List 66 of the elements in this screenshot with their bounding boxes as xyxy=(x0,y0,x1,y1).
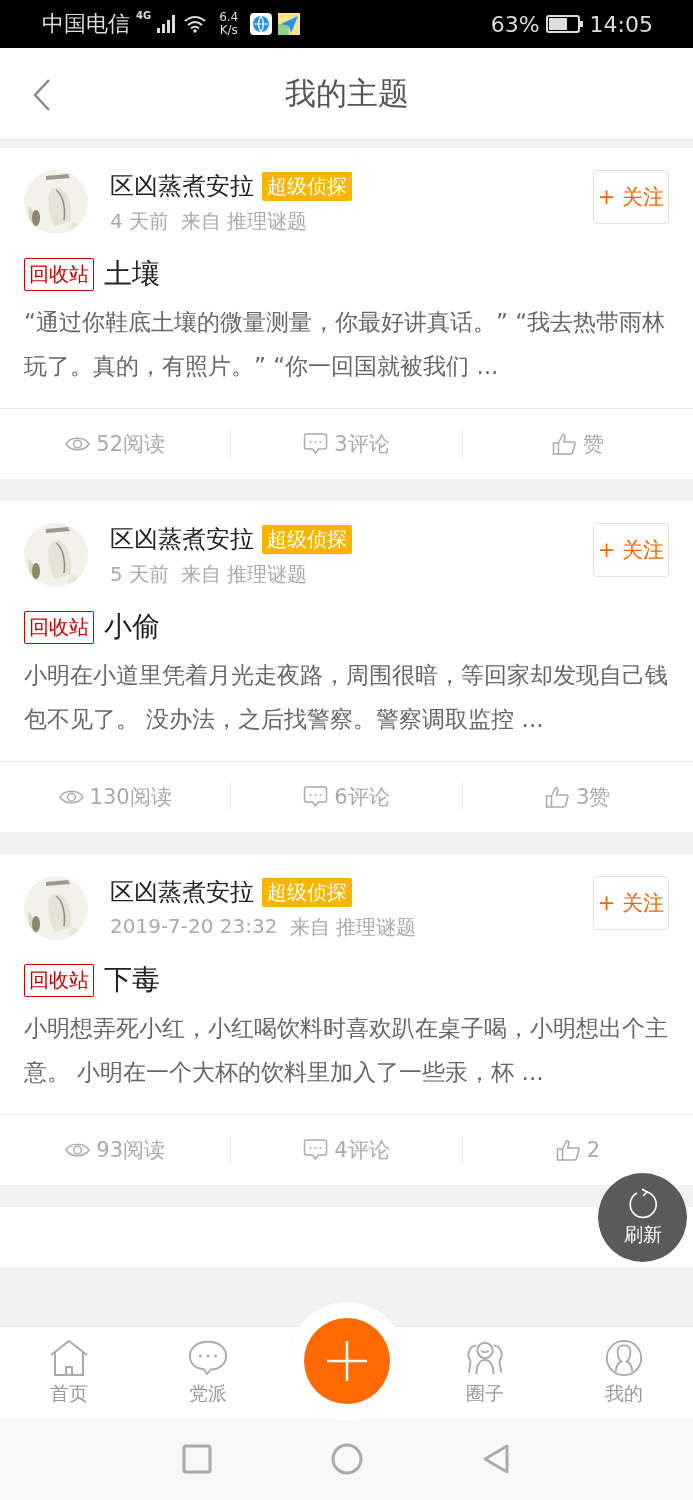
comment-count[interactable]: 6评论 xyxy=(334,783,390,811)
thumb-up-icon xyxy=(555,1139,581,1161)
home-icon xyxy=(49,1338,90,1377)
carrier-name: 中国电信 xyxy=(42,10,130,38)
thumb-up-icon xyxy=(545,786,571,808)
read-count: 130阅读 xyxy=(89,784,172,811)
read-count: 93阅读 xyxy=(96,1137,166,1164)
rank-badge: 超级侦探 xyxy=(262,524,352,554)
globe-app-icon xyxy=(250,13,273,35)
like-count[interactable]: 2 xyxy=(586,1138,600,1162)
wifi-icon xyxy=(183,15,208,33)
follow-button[interactable]: + 关注 xyxy=(593,876,669,930)
tab-item[interactable]: 我的 xyxy=(554,1327,693,1418)
category-tag: 回收站 xyxy=(24,257,94,291)
post-time: 2019-7-20 23:32 xyxy=(110,914,278,940)
tab-item[interactable]: 首页 xyxy=(0,1327,139,1418)
home-button-icon[interactable] xyxy=(330,1443,363,1475)
comment-icon xyxy=(303,433,329,455)
author-name[interactable]: 区凶蒸煮安拉 xyxy=(110,523,254,555)
page-title: 我的主题 xyxy=(284,73,409,113)
source-label: 来自 推理谜题 xyxy=(181,208,308,235)
post-excerpt: 小明想弄死小红，小红喝饮料时喜欢趴在桌子喝，小明想出个主意。 小明在一个大杯的饮料里加入了一些汞，杯 ... xyxy=(24,1014,669,1087)
post-title[interactable]: 小偷 xyxy=(104,608,160,646)
speed-unit: K/s xyxy=(219,24,238,37)
post-time: 4 天前 xyxy=(110,208,170,235)
post-card[interactable]: 区凶蒸煮安拉 超级侦探 5 天前 来自 推理谜题 + 关注 回收站 小偷 小明在小道里凭着月光走夜路，周围很暗，等回家却发现自己钱包不见了。 没办法，之后找警察。警察调取监控 ... 130阅读 6评论 3赞 xyxy=(0,501,693,832)
read-count: 52阅读 xyxy=(96,431,166,458)
source-label: 来自 推理谜题 xyxy=(289,914,416,941)
signal-icon xyxy=(157,15,178,33)
rank-badge: 超级侦探 xyxy=(262,877,352,907)
paper-plane-app-icon xyxy=(278,13,301,35)
tab-item[interactable]: 党派 xyxy=(138,1327,278,1418)
tab-item[interactable]: 圈子 xyxy=(415,1327,555,1418)
comment-count[interactable]: 3评论 xyxy=(334,430,390,458)
chat-bubble-icon xyxy=(187,1338,228,1377)
speed-value: 6.4 xyxy=(219,11,239,24)
author-name[interactable]: 区凶蒸煮安拉 xyxy=(110,876,254,908)
comment-icon xyxy=(303,786,329,808)
profile-icon xyxy=(603,1338,644,1377)
plus-icon xyxy=(325,1339,369,1383)
like-count[interactable]: 3赞 xyxy=(576,783,611,811)
recent-apps-icon[interactable] xyxy=(180,1443,213,1475)
post-excerpt: “通过你鞋底土壤的微量测量，你最好讲真话。” “我去热带雨林玩了。真的，有照片。” “你一回国就被我们 ... xyxy=(24,308,667,381)
refresh-icon xyxy=(626,1187,659,1220)
back-icon[interactable] xyxy=(32,78,52,112)
post-time: 5 天前 xyxy=(110,561,170,588)
clock: 14:05 xyxy=(589,11,653,37)
comment-count[interactable]: 4评论 xyxy=(334,1136,390,1164)
rank-badge: 超级侦探 xyxy=(262,171,352,201)
comment-icon xyxy=(303,1139,329,1161)
post-excerpt: 小明在小道里凭着月光走夜路，周围很暗，等回家却发现自己钱包不见了。 没办法，之后找警察。警察调取监控 ... xyxy=(24,661,669,734)
follow-button[interactable]: + 关注 xyxy=(593,170,669,224)
post-title[interactable]: 土壤 xyxy=(104,255,160,293)
battery-icon xyxy=(545,15,584,33)
like-count[interactable]: 赞 xyxy=(582,430,604,458)
post-card[interactable]: 区凶蒸煮安拉 超级侦探 2019-7-20 23:32 来自 推理谜题 + 关注 回收站 下毒 小明想弄死小红，小红喝饮料时喜欢趴在桌子喝，小明想出个主意。 小明在一个大杯的饮料里加入了一些汞，杯 ... 93阅读 4评论 2 xyxy=(0,854,693,1185)
category-tag: 回收站 xyxy=(24,963,94,997)
network-type: 4G xyxy=(136,10,152,21)
post-title[interactable]: 下毒 xyxy=(104,961,160,999)
author-name[interactable]: 区凶蒸煮安拉 xyxy=(110,170,254,202)
category-tag: 回收站 xyxy=(24,610,94,644)
follow-button[interactable]: + 关注 xyxy=(593,523,669,577)
battery-percent: 63% xyxy=(490,11,540,37)
post-card[interactable]: 区凶蒸煮安拉 超级侦探 4 天前 来自 推理谜题 + 关注 回收站 土壤 “通过你鞋底土壤的微量测量，你最好讲真话。” “我去热带雨林玩了。真的，有照片。” “你一回国就被我们 ... 52阅读 3评论 赞 xyxy=(0,148,693,479)
thumb-up-icon xyxy=(551,433,577,455)
source-label: 来自 推理谜题 xyxy=(181,561,308,588)
